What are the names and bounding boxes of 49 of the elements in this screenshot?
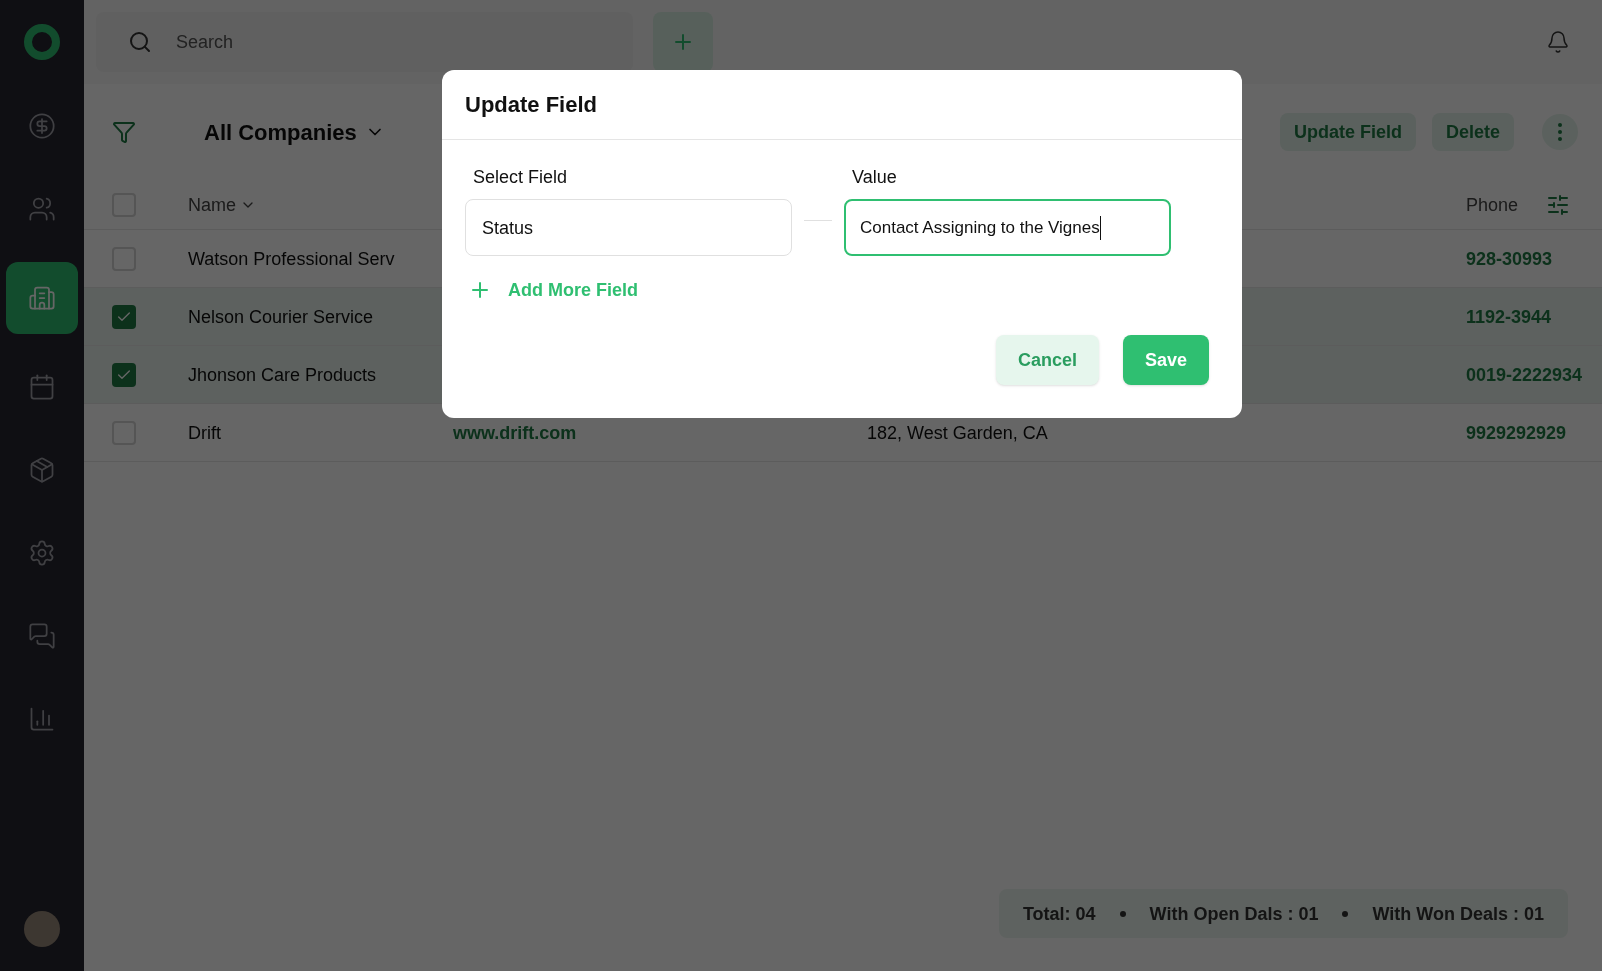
summary-text: Total: 04 bbox=[1022, 902, 1096, 926]
summary-text: With Open Dals : 01 bbox=[1149, 902, 1319, 926]
more-button[interactable] bbox=[1542, 114, 1578, 150]
sidebar-item[interactable] bbox=[6, 262, 78, 334]
text-field[interactable]: Status bbox=[465, 199, 792, 256]
checkbox[interactable] bbox=[112, 304, 136, 329]
logo-icon bbox=[24, 24, 60, 60]
company-name: Watson Professional Serv bbox=[188, 247, 396, 271]
company-name: Drift bbox=[188, 421, 222, 445]
company-name: Nelson Courier Service bbox=[188, 305, 375, 329]
address-text: 182, West Garden, CA bbox=[867, 422, 1048, 443]
company-name: Jhonson Care Products bbox=[188, 363, 378, 387]
column-settings-icon[interactable] bbox=[1546, 192, 1570, 217]
phone-text: 9929292929 bbox=[1466, 421, 1568, 445]
phone-text: 1192-3944 bbox=[1466, 305, 1553, 329]
add-field-button[interactable]: Add More Field bbox=[468, 276, 638, 304]
view-dropdown[interactable]: All Companies bbox=[204, 115, 385, 149]
checkbox[interactable] bbox=[112, 362, 136, 387]
column-header[interactable]: Phone bbox=[1465, 190, 1518, 219]
building-icon bbox=[28, 284, 56, 312]
toolbar-button[interactable]: Update Field bbox=[1279, 113, 1416, 151]
phone-text: 0019-2222934 bbox=[1466, 363, 1584, 387]
filter-icon[interactable] bbox=[112, 120, 136, 144]
notification-bell-icon[interactable] bbox=[1546, 30, 1570, 54]
dollar-icon bbox=[28, 112, 56, 140]
box-icon bbox=[28, 456, 56, 484]
bullet-icon bbox=[1342, 910, 1349, 917]
column-header[interactable]: Name bbox=[188, 190, 256, 219]
toolbar-button[interactable]: Delete bbox=[1431, 113, 1514, 151]
text-field[interactable]: Contact Assigning to the Vignes bbox=[844, 199, 1171, 256]
summary-text: With Won Deals : 01 bbox=[1372, 902, 1544, 926]
text-cursor bbox=[1099, 215, 1101, 240]
website-link[interactable]: www.drift.com bbox=[453, 422, 577, 443]
search-icon bbox=[128, 30, 152, 54]
phone-text: 928-30993 bbox=[1466, 247, 1554, 271]
field-label: Value bbox=[852, 166, 898, 189]
dialog-title: Update Field bbox=[465, 91, 597, 119]
bullet-icon bbox=[1119, 910, 1126, 917]
cancel-button[interactable]: Cancel bbox=[995, 335, 1099, 385]
chat-icon bbox=[28, 622, 56, 650]
calendar-icon bbox=[28, 373, 56, 401]
more-icon bbox=[1558, 123, 1562, 141]
settings-icon bbox=[28, 539, 56, 567]
save-button[interactable]: Save bbox=[1122, 335, 1209, 385]
bar-chart-icon bbox=[28, 705, 56, 733]
add-button[interactable] bbox=[653, 12, 713, 72]
avatar[interactable] bbox=[24, 911, 60, 947]
users-icon bbox=[28, 195, 56, 223]
field-label: Select Field bbox=[473, 166, 569, 189]
